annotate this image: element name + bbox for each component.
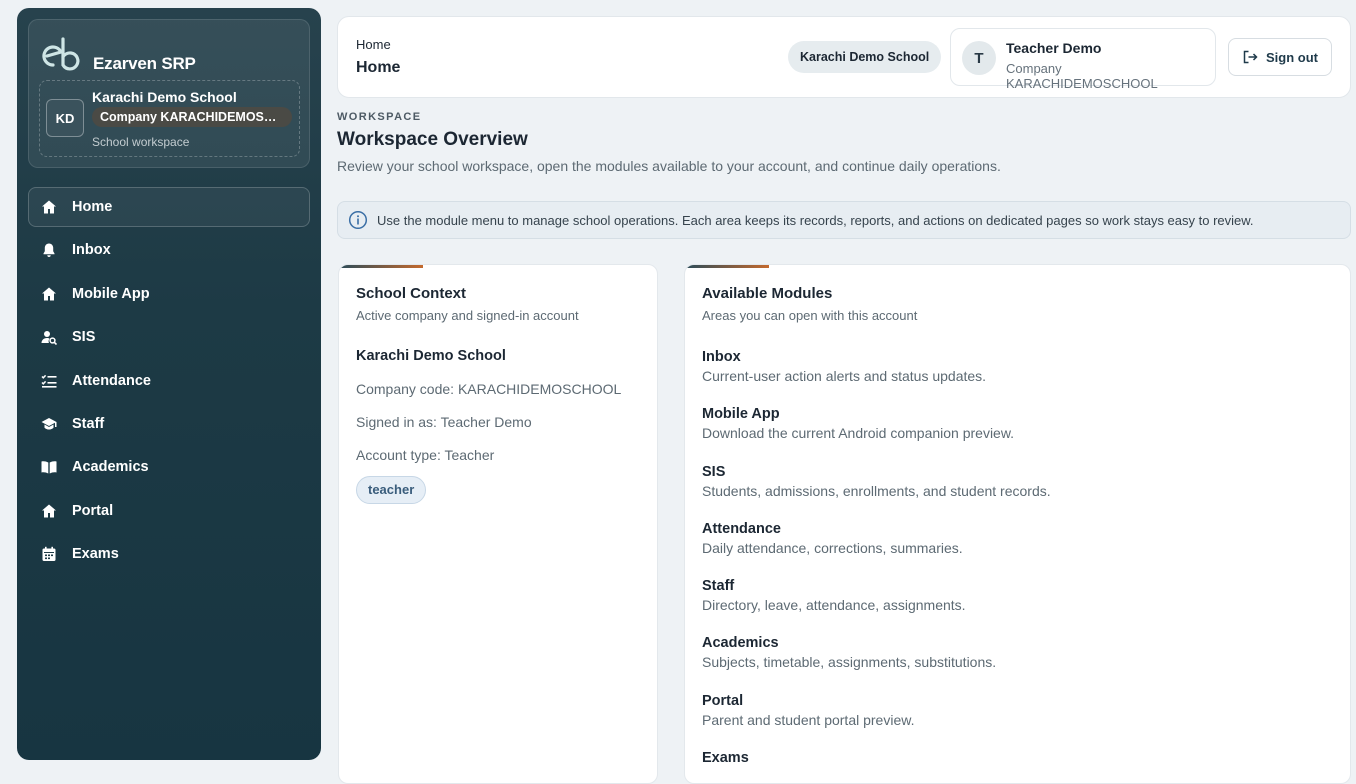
home-icon [41, 286, 57, 302]
module-list: Inbox Current-user action alerts and sta… [702, 348, 1322, 783]
sidebar-item-label: Inbox [72, 242, 111, 259]
home-icon [41, 199, 57, 215]
sidebar-item-label: Home [72, 199, 113, 215]
page-title: Home [356, 59, 401, 76]
sidebar-item-inbox[interactable]: Inbox [28, 230, 310, 270]
sidebar-item-label: SIS [72, 329, 96, 346]
sidebar-item-home[interactable]: Home [28, 187, 310, 227]
info-banner: Use the module menu to manage school ope… [337, 201, 1351, 239]
card-title: School Context [356, 285, 467, 302]
user-company: Company KARACHIDEMOSCHOOL [1006, 61, 1158, 91]
calendar-icon [41, 546, 57, 562]
info-icon [348, 210, 368, 230]
graduation-cap-icon [41, 416, 57, 432]
available-modules-card: Available Modules Areas you can open wit… [684, 264, 1351, 784]
card-accent [685, 265, 769, 268]
workspace-title: Workspace Overview [337, 129, 528, 150]
context-signed-in: Signed in as: Teacher Demo [356, 414, 532, 430]
module-description: Students, admissions, enrollments, and s… [702, 482, 1051, 499]
eb-logo-icon [42, 37, 80, 71]
context-account-type: Account type: Teacher [356, 447, 495, 463]
sidebar-item-label: Mobile App [72, 285, 150, 302]
section-eyebrow: WORKSPACE [337, 111, 422, 123]
module-item-exams[interactable]: Exams [702, 749, 1322, 783]
sidebar-item-label: Attendance [72, 372, 151, 389]
book-icon [41, 459, 57, 475]
module-name: Staff [702, 578, 735, 595]
sidebar-item-staff[interactable]: Staff [28, 404, 310, 444]
module-name: Mobile App [702, 406, 780, 423]
sign-out-label: Sign out [1266, 49, 1318, 65]
sidebar-item-sis[interactable]: SIS [28, 317, 310, 357]
card-title: Available Modules [702, 285, 833, 302]
info-text: Use the module menu to manage school ope… [377, 212, 1254, 228]
module-description: Current-user action alerts and status up… [702, 368, 987, 384]
card-subtitle: Areas you can open with this account [702, 308, 918, 323]
workspace-description: Review your school workspace, open the m… [337, 158, 1001, 174]
user-card[interactable]: T Teacher Demo Company KARACHIDEMOSCHOOL [950, 28, 1216, 91]
sidebar-item-label: Portal [72, 502, 114, 519]
breadcrumb[interactable]: Home [356, 37, 391, 52]
user-search-icon [41, 329, 57, 346]
sidebar-item-label: Exams [72, 546, 119, 563]
module-description: Parent and student portal preview. [702, 711, 915, 728]
sidebar-item-mobile-app[interactable]: Mobile App [28, 274, 310, 314]
module-name: Attendance [702, 520, 781, 537]
module-name: Portal [702, 692, 744, 709]
context-company-code: Company code: KARACHIDEMOSCHOOL [356, 381, 622, 397]
school-name: Karachi Demo School [92, 89, 237, 105]
sidebar-item-academics[interactable]: Academics [28, 447, 310, 487]
module-description: Directory, leave, attendance, assignment… [702, 597, 966, 614]
module-description: Download the current Android companion p… [702, 425, 1015, 442]
checklist-icon [41, 373, 57, 389]
sidebar-item-label: Academics [72, 459, 149, 476]
card-subtitle: Active company and signed-in account [356, 308, 579, 323]
company-badge: Company KARACHIDEMOSCHOOL [92, 107, 292, 127]
school-avatar: KD [46, 99, 84, 137]
workspace-label: School workspace [92, 135, 190, 149]
module-description: Daily attendance, corrections, summaries… [702, 539, 963, 556]
module-name: SIS [702, 463, 726, 480]
brand-card: Ezarven SRP KD Karachi Demo School Compa… [28, 19, 310, 168]
sidebar-item-portal[interactable]: Portal [28, 491, 310, 531]
sidebar-item-attendance[interactable]: Attendance [28, 361, 310, 401]
sidebar: Ezarven SRP KD Karachi Demo School Compa… [17, 8, 321, 760]
role-badge: teacher [356, 476, 427, 504]
context-school-name: Karachi Demo School [356, 348, 506, 364]
brand-name: Ezarven SRP [93, 54, 196, 73]
avatar: T [962, 41, 996, 75]
school-chip: Karachi Demo School [788, 41, 942, 73]
sign-out-icon [1243, 50, 1258, 64]
sign-out-button[interactable]: Sign out [1228, 38, 1332, 76]
module-item-portal[interactable]: Portal Parent and student portal preview… [702, 692, 1322, 749]
school-switcher[interactable]: KD Karachi Demo School Company KARACHIDE… [39, 80, 300, 157]
school-context-card: School Context Active company and signed… [338, 264, 658, 784]
module-item-staff[interactable]: Staff Directory, leave, attendance, assi… [702, 577, 1322, 634]
sidebar-nav: Home Inbox Mobile App SIS Attendance Sta… [28, 187, 310, 578]
user-name: Teacher Demo [1006, 40, 1102, 56]
module-name: Exams [702, 750, 749, 767]
module-item-mobile-app[interactable]: Mobile App Download the current Android … [702, 405, 1322, 462]
sidebar-item-exams[interactable]: Exams [28, 534, 310, 574]
bell-icon [41, 242, 57, 258]
module-item-academics[interactable]: Academics Subjects, timetable, assignmen… [702, 634, 1322, 691]
home-icon [41, 503, 57, 519]
module-name: Inbox [702, 349, 741, 365]
module-name: Academics [702, 635, 779, 652]
top-header: Home Home Karachi Demo School T Teacher … [337, 16, 1351, 98]
module-item-sis[interactable]: SIS Students, admissions, enrollments, a… [702, 463, 1322, 520]
module-item-inbox[interactable]: Inbox Current-user action alerts and sta… [702, 348, 1322, 405]
card-accent [339, 265, 423, 268]
module-description: Subjects, timetable, assignments, substi… [702, 654, 997, 671]
module-item-attendance[interactable]: Attendance Daily attendance, corrections… [702, 520, 1322, 577]
sidebar-item-label: Staff [72, 415, 105, 432]
